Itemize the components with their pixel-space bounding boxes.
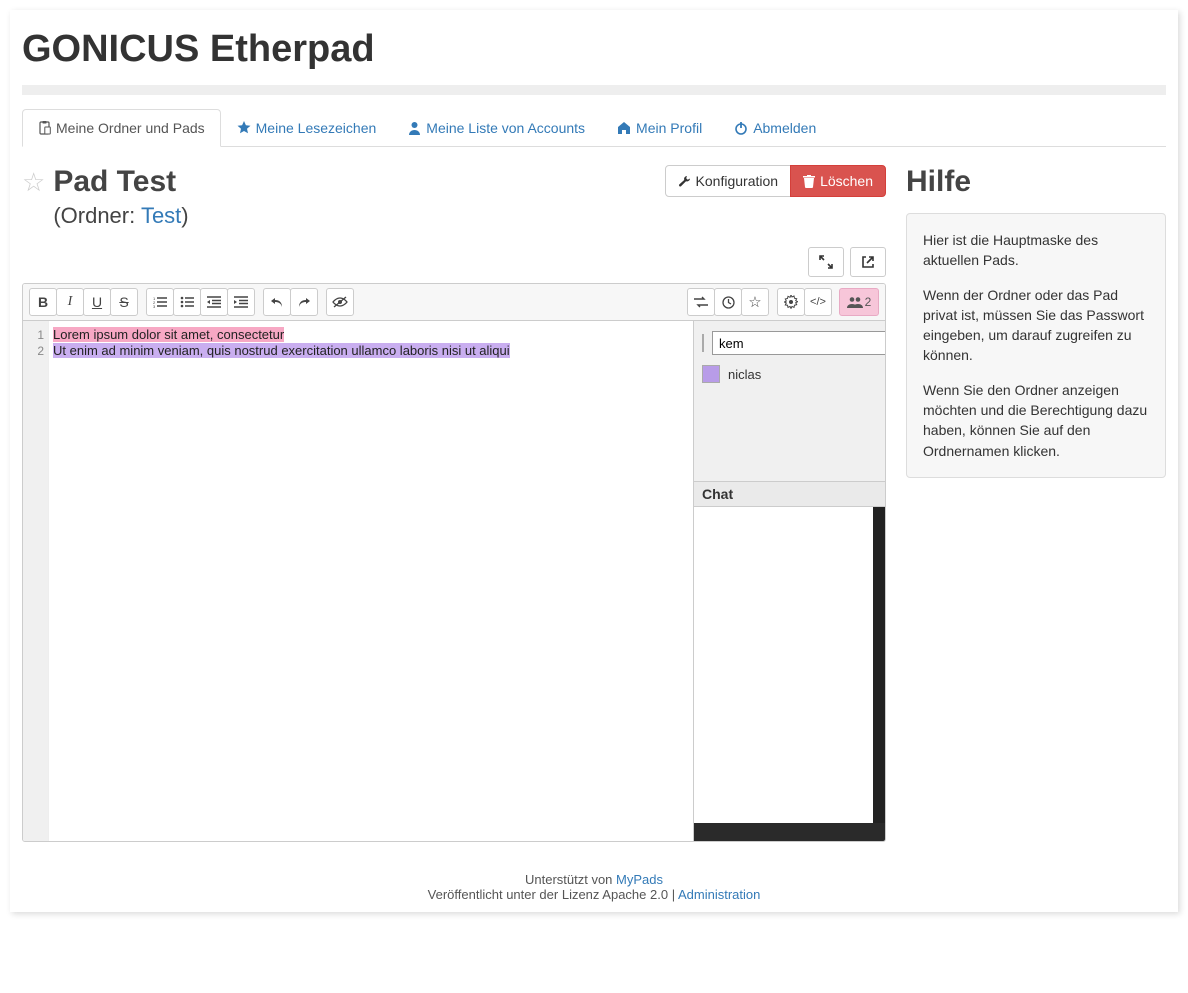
expand-icon — [819, 255, 833, 269]
editor-frame: B I U S 123 — [22, 283, 886, 842]
star-outline-icon: ☆ — [748, 293, 761, 311]
tab-profile-label: Mein Profil — [636, 120, 702, 136]
user-name: niclas — [728, 367, 761, 382]
delete-button[interactable]: Löschen — [790, 165, 886, 197]
help-paragraph: Hier ist die Hauptmaske des aktuellen Pa… — [923, 230, 1149, 271]
code-icon: </> — [810, 296, 826, 308]
color-swatch[interactable] — [702, 334, 704, 352]
editor-line: Ut enim ad minim veniam, quis nostrud ex… — [53, 343, 510, 358]
indent-icon — [234, 296, 248, 308]
editor-toolbar: B I U S 123 — [23, 284, 885, 321]
nav-tabs: Meine Ordner und Pads Meine Lesezeichen … — [22, 109, 1166, 147]
tab-logout[interactable]: Abmelden — [718, 109, 832, 147]
list-ol-icon: 123 — [153, 296, 167, 308]
clock-icon — [722, 296, 735, 309]
star-icon — [237, 121, 251, 135]
external-link-icon — [861, 255, 875, 269]
editor-line: Lorem ipsum dolor sit amet, consectetur — [53, 327, 284, 342]
home-icon — [617, 121, 631, 135]
config-label: Konfiguration — [696, 173, 779, 189]
chat-body — [694, 507, 885, 823]
save-revision-button[interactable]: ☆ — [741, 288, 769, 316]
users-button[interactable]: 2 — [839, 288, 879, 316]
wrench-icon — [678, 175, 691, 188]
mypads-link[interactable]: MyPads — [616, 872, 663, 887]
line-gutter: 1 2 — [23, 321, 49, 841]
paste-icon — [38, 121, 51, 135]
redo-button[interactable] — [290, 288, 318, 316]
users-icon — [847, 296, 863, 308]
power-icon — [734, 121, 748, 135]
svg-text:3: 3 — [153, 304, 156, 308]
tab-folders[interactable]: Meine Ordner und Pads — [22, 109, 221, 147]
undo-button[interactable] — [263, 288, 291, 316]
user-row — [702, 331, 877, 355]
folder-suffix: ) — [181, 203, 188, 228]
delete-label: Löschen — [820, 173, 873, 189]
fullscreen-button[interactable] — [808, 247, 844, 277]
redo-icon — [297, 296, 311, 308]
import-export-button[interactable] — [687, 288, 715, 316]
admin-link[interactable]: Administration — [678, 887, 760, 902]
underline-button[interactable]: U — [83, 288, 111, 316]
folder-line: (Ordner: Test) — [53, 203, 188, 229]
open-external-button[interactable] — [850, 247, 886, 277]
embed-button[interactable]: </> — [804, 288, 832, 316]
strike-button[interactable]: S — [110, 288, 138, 316]
timeslider-button[interactable] — [714, 288, 742, 316]
italic-button[interactable]: I — [56, 288, 84, 316]
tab-bookmarks[interactable]: Meine Lesezeichen — [221, 109, 393, 147]
chat-header[interactable]: Chat — [694, 481, 885, 507]
unordered-list-button[interactable] — [173, 288, 201, 316]
list-ul-icon — [180, 296, 194, 308]
indent-button[interactable] — [227, 288, 255, 316]
undo-icon — [270, 296, 284, 308]
line-number: 2 — [23, 343, 48, 359]
my-username-input[interactable] — [712, 331, 886, 355]
help-box: Hier ist die Hauptmaske des aktuellen Pa… — [906, 213, 1166, 478]
tab-accounts-label: Meine Liste von Accounts — [426, 120, 585, 136]
tab-logout-label: Abmelden — [753, 120, 816, 136]
help-title: Hilfe — [906, 165, 1166, 199]
users-panel: niclas Chat — [693, 321, 885, 841]
trash-icon — [803, 175, 815, 188]
outdent-icon — [207, 296, 221, 308]
pad-actions: Konfiguration Löschen — [665, 165, 886, 197]
ordered-list-button[interactable]: 123 — [146, 288, 174, 316]
bold-button[interactable]: B — [29, 288, 57, 316]
outdent-button[interactable] — [200, 288, 228, 316]
header-divider — [22, 85, 1166, 95]
pad-title: Pad Test — [53, 165, 188, 199]
folder-prefix: (Ordner: — [53, 203, 141, 228]
transfer-icon — [694, 296, 708, 308]
user-count: 2 — [865, 295, 872, 309]
help-paragraph: Wenn Sie den Ordner anzeigen möchten und… — [923, 380, 1149, 461]
settings-button[interactable] — [777, 288, 805, 316]
chat-scrollbar[interactable] — [873, 507, 885, 823]
tab-bookmarks-label: Meine Lesezeichen — [256, 120, 377, 136]
bookmark-star-icon[interactable]: ☆ — [22, 169, 45, 195]
user-icon — [408, 121, 421, 135]
site-title: GONICUS Etherpad — [22, 28, 1166, 71]
eye-slash-icon — [332, 296, 348, 308]
tab-profile[interactable]: Mein Profil — [601, 109, 718, 147]
footer-supported: Unterstützt von — [525, 872, 616, 887]
tab-folders-label: Meine Ordner und Pads — [56, 120, 205, 136]
line-number: 1 — [23, 327, 48, 343]
config-button[interactable]: Konfiguration — [665, 165, 792, 197]
folder-link[interactable]: Test — [141, 203, 181, 228]
footer-license: Veröffentlicht unter der Lizenz Apache 2… — [428, 887, 678, 902]
color-swatch — [702, 365, 720, 383]
user-row: niclas — [702, 365, 877, 383]
tab-accounts[interactable]: Meine Liste von Accounts — [392, 109, 601, 147]
editor-textarea[interactable]: Lorem ipsum dolor sit amet, consectetur … — [49, 321, 693, 841]
footer: Unterstützt von MyPads Veröffentlicht un… — [10, 872, 1178, 902]
help-paragraph: Wenn der Ordner oder das Pad privat ist,… — [923, 285, 1149, 366]
chat-input[interactable] — [694, 823, 885, 841]
gear-icon — [784, 295, 798, 309]
clear-authorship-button[interactable] — [326, 288, 354, 316]
